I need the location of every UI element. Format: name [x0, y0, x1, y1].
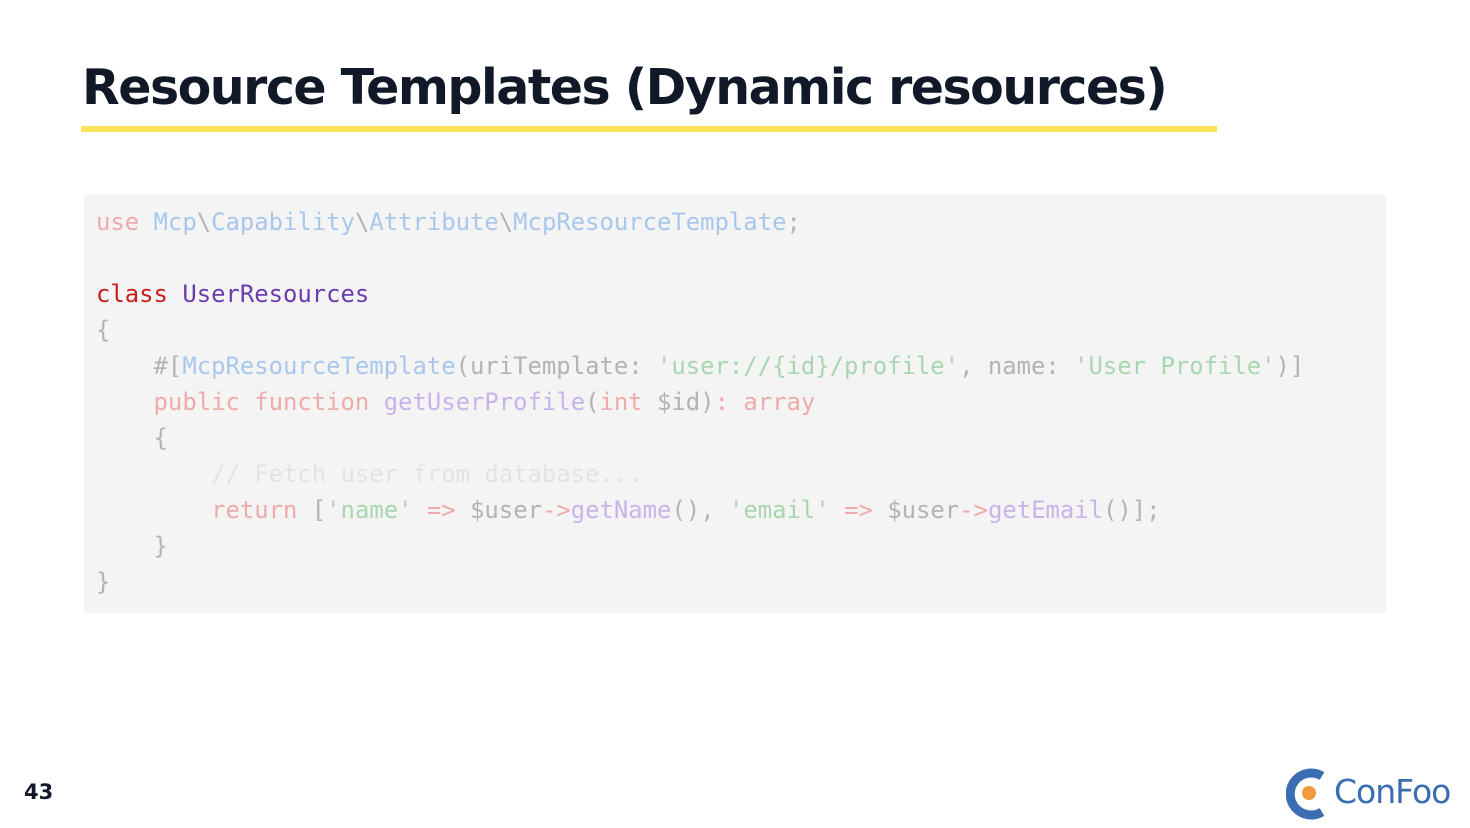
code-token: class: [96, 280, 168, 308]
code-token: getUserProfile: [383, 388, 586, 416]
code-token: array: [743, 388, 816, 416]
code-token: // Fetch user from database...: [211, 460, 643, 488]
code-token: 'email': [728, 496, 830, 524]
code-token: getEmail: [987, 496, 1104, 524]
code-line: }: [96, 564, 1304, 600]
code-token: (: [585, 388, 600, 416]
code-line: {: [96, 420, 1304, 456]
code-token: #[: [153, 352, 183, 380]
code-token: $id): [642, 388, 715, 416]
code-token: getName: [570, 496, 672, 524]
page-number: 43: [24, 780, 54, 804]
code-token: :: [714, 388, 744, 416]
code-token: , name:: [959, 352, 1075, 380]
code-token: $user: [455, 496, 542, 524]
code-token: McpResourceTemplate: [182, 352, 456, 380]
code-token: int: [599, 388, 643, 416]
code-token: {: [96, 316, 111, 344]
code-token: }: [96, 532, 168, 560]
code-token: Attribute: [369, 208, 499, 236]
code-token: Mcp: [153, 208, 197, 236]
code-token: use: [96, 208, 140, 236]
code-line: // Fetch user from database...: [96, 456, 1304, 492]
confoo-logo-mark-icon: [1286, 768, 1325, 820]
code-token: ()];: [1103, 496, 1161, 524]
code-line: }: [96, 528, 1304, 564]
code-line: return ['name' => $user->getName(), 'ema…: [96, 492, 1304, 528]
code-token: =>: [844, 496, 873, 524]
code-token: ->: [959, 496, 988, 524]
code-token: public: [153, 388, 240, 416]
code-token: 'User Profile': [1074, 352, 1276, 380]
code-token: }: [96, 568, 111, 596]
code-line: {: [96, 312, 1304, 348]
code-token: (uriTemplate:: [455, 352, 657, 380]
code-block: use Mcp\Capability\Attribute\McpResource…: [96, 204, 1304, 600]
code-token: $user: [872, 496, 960, 524]
code-token: return: [211, 496, 298, 524]
code-token: [: [297, 496, 327, 524]
code-token: Capability: [211, 208, 355, 236]
code-token: \: [196, 208, 212, 236]
code-line: #[McpResourceTemplate(uriTemplate: 'user…: [96, 348, 1305, 384]
code-token: ;: [786, 208, 801, 236]
code-token: {: [96, 424, 168, 452]
code-token: \: [498, 208, 514, 236]
code-token: function: [254, 388, 370, 416]
code-token: McpResourceTemplate: [513, 208, 787, 236]
slide-title: Resource Templates (Dynamic resources): [82, 59, 1168, 116]
code-token: \: [354, 208, 370, 236]
title-underline: [81, 126, 1217, 132]
code-line: class UserResources: [96, 276, 1304, 312]
code-token: 'user://{id}/profile': [657, 352, 960, 380]
confoo-logo: ConFoo: [1286, 766, 1456, 820]
code-line: public function getUserProfile(int $id):…: [96, 384, 1304, 420]
code-line: use Mcp\Capability\Attribute\McpResource…: [96, 204, 1304, 240]
code-token: 'name': [326, 496, 413, 524]
logo-text: ConFoo: [1334, 772, 1451, 811]
code-token: )]: [1275, 352, 1305, 380]
code-token: UserResources: [182, 280, 370, 308]
code-token: ->: [541, 496, 571, 524]
code-token: (),: [671, 496, 729, 524]
code-token: =>: [426, 496, 456, 524]
